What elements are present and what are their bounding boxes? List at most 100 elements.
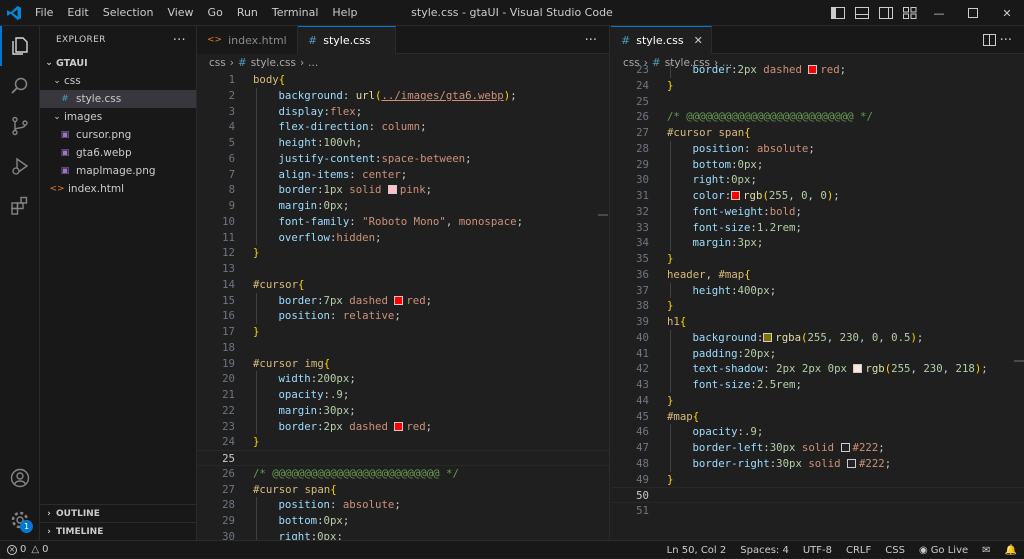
code-token: ; [425,183,433,197]
code-token: 0px [827,362,847,376]
code-line: 46 opacity:.9; [611,424,1024,440]
code-text: position: absolute; [693,141,815,157]
tree-file[interactable]: ▣ gta6.webp [40,144,196,162]
code-text: } [667,393,673,409]
code-text: opacity:.9; [693,424,764,440]
tree-file[interactable]: <> index.html [40,180,196,198]
code-line: 20 width:200px; [197,371,609,387]
code-line: 18 [197,340,609,356]
tree-folder[interactable]: ⌄ images [40,108,196,126]
editor-actions-more-icon[interactable]: ··· [585,26,597,54]
toggle-primary-sidebar-icon[interactable] [827,2,849,24]
code-editor-left[interactable]: 1 body{2 background: url(../images/gta6.we… [197,72,609,540]
indent-guide [256,497,257,513]
tab-style-css[interactable]: # style.css ✕ [611,26,712,54]
tree-file[interactable]: ▣ cursor.png [40,126,196,144]
menu-terminal[interactable]: Terminal [265,0,326,26]
code-text: background: url(../images/gta6.webp); [279,88,517,104]
customize-layout-icon[interactable] [899,2,921,24]
accounts-icon[interactable] [0,458,40,498]
line-number: 50 [636,489,649,503]
scrollbar-marker [598,214,608,216]
tab-index-html[interactable]: <> index.html [197,26,298,54]
indentation[interactable]: Spaces: 4 [733,545,796,556]
outline-section[interactable]: › OUTLINE [40,504,197,522]
line-number: 47 [636,441,649,454]
explorer-more-button[interactable]: ··· [173,33,186,48]
code-line: 14 #cursor{ [197,277,609,293]
color-swatch[interactable] [808,65,818,74]
extensions-icon[interactable] [0,186,40,226]
code-token: width [278,372,311,386]
tree-file[interactable]: # style.css [40,90,196,108]
color-swatch[interactable] [394,295,404,305]
tab-style-css[interactable]: # style.css [298,26,396,54]
line-number: 12 [222,246,235,260]
code-line: 51 [611,503,1024,519]
toggle-panel-icon[interactable] [851,2,873,24]
line-number: 6 [228,151,235,165]
menu-run[interactable]: Run [230,0,265,26]
code-token: 1.2rem [756,220,796,234]
color-swatch[interactable] [731,191,741,200]
code-token: 2px [737,63,757,76]
line-number: 5 [228,136,235,149]
line-number: 30 [222,529,235,540]
code-token: space-between [381,151,466,165]
code-token: ; [349,372,356,386]
code-token: color [692,189,725,202]
cursor-position[interactable]: Ln 50, Col 2 [660,545,734,556]
explorer-icon[interactable] [0,26,40,66]
encoding[interactable]: UTF-8 [796,545,839,556]
breadcrumb-symbol[interactable]: ... [308,57,318,69]
color-swatch[interactable] [394,421,404,431]
close-tab-icon[interactable]: ✕ [694,34,703,47]
split-editor-icon[interactable] [983,26,996,54]
menu-view[interactable]: View [160,0,200,26]
language-mode[interactable]: CSS [878,545,912,556]
tree-folder[interactable]: ⌄ css [40,72,196,90]
error-count: 0 [20,544,27,555]
search-icon[interactable] [0,66,40,106]
breadcrumb-separator: › [299,57,305,69]
line-number: 26 [636,110,649,124]
menu-file[interactable]: File [28,0,60,26]
color-swatch[interactable] [840,443,850,452]
menu-go[interactable]: Go [201,0,230,26]
menu-edit[interactable]: Edit [60,0,95,26]
color-swatch[interactable] [763,332,773,342]
workspace-root[interactable]: ⌄ GTAUI [40,54,196,72]
end-of-line[interactable]: CRLF [839,545,878,556]
code-text: } [253,245,259,261]
code-line: 25 [197,450,609,466]
code-token: border [278,419,318,433]
code-line: 26 /* @@@@@@@@@@@@@@@@@@@@@@@@@@ */ [197,466,609,482]
notifications-bell-icon[interactable]: 🔔 [998,545,1024,556]
code-text: header, #map{ [667,267,751,283]
code-token: ; [342,388,350,401]
minimize-button[interactable]: — [922,0,956,26]
color-swatch[interactable] [387,185,397,195]
source-control-icon[interactable] [0,106,40,146]
run-debug-icon[interactable] [0,146,40,186]
menu-selection[interactable]: Selection [96,0,161,26]
close-window-button[interactable]: ✕ [990,0,1024,26]
maximize-button[interactable] [956,0,990,26]
code-token: , [910,362,924,376]
toggle-secondary-sidebar-icon[interactable] [875,2,897,24]
timeline-section[interactable]: › TIMELINE [40,522,197,540]
manage-gear-icon[interactable]: 1 [0,500,40,540]
feedback-icon[interactable]: ✉ [975,545,997,556]
menu-help[interactable]: Help [325,0,364,26]
go-live-button[interactable]: ◉ Go Live [912,545,975,556]
editor-actions-more-icon[interactable]: ··· [1000,26,1012,54]
problems-indicator[interactable]: ✕ 0 △ 0 [0,544,55,555]
color-swatch[interactable] [846,458,856,468]
color-swatch[interactable] [853,364,863,374]
code-line: 29 bottom:0px; [197,513,609,529]
code-editor-right[interactable]: 23 border:2px dashed red; 24} 25 26/* @@@@@@… [611,62,1024,519]
breadcrumb-folder[interactable]: css [209,57,226,69]
code-token: right [278,529,311,540]
tree-file[interactable]: ▣ mapImage.png [40,162,196,180]
breadcrumb-file[interactable]: style.css [251,57,296,69]
